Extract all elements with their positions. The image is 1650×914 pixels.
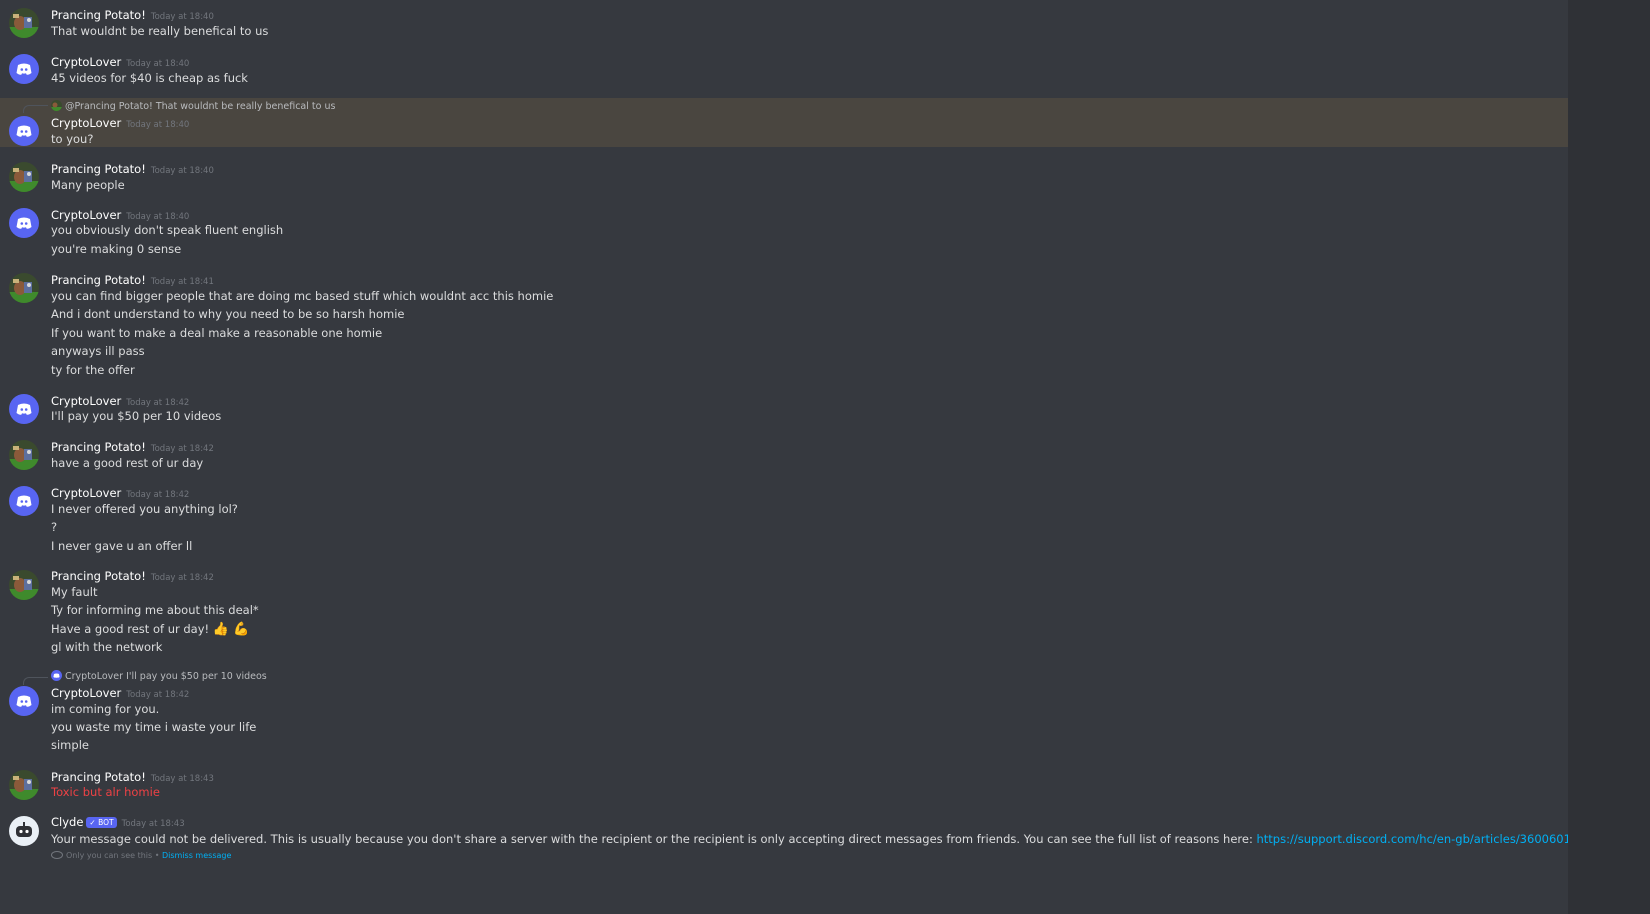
timestamp[interactable]: Today at 18:40	[151, 12, 214, 22]
message-line: ty for the offer	[51, 363, 135, 377]
support-link[interactable]: https://support.discord.com/hc/en-gb/art…	[1256, 832, 1607, 846]
message-line: I never offered you anything lol?	[51, 502, 238, 516]
message-line: Many people	[51, 178, 125, 192]
message-line: 45 videos for $40 is cheap as fuck	[51, 71, 248, 85]
eye-icon	[51, 851, 63, 859]
username[interactable]: Prancing Potato!	[51, 8, 146, 22]
message-group-highlighted: @Prancing Potato! That wouldnt be really…	[0, 98, 1568, 147]
avatar[interactable]	[9, 440, 39, 470]
username[interactable]: Prancing Potato!	[51, 569, 146, 583]
message-text: Have a good rest of ur day!	[51, 622, 210, 636]
timestamp[interactable]: Today at 18:41	[151, 277, 214, 287]
timestamp[interactable]: Today at 18:40	[151, 166, 214, 176]
username[interactable]: CryptoLover	[51, 394, 121, 408]
message-group: Prancing Potato! Today at 18:41 you can f…	[0, 266, 1568, 386]
avatar[interactable]	[9, 273, 39, 303]
chat-messages: Prancing Potato! Today at 18:40 That woul…	[0, 0, 1608, 914]
message-group: Prancing Potato! Today at 18:40 That woul…	[0, 0, 1568, 46]
message-line: That wouldnt be really benefical to us	[51, 24, 269, 38]
message-line: My fault	[51, 585, 98, 599]
message-line: I never gave u an offer ll	[51, 539, 193, 553]
message-line: If you want to make a deal make a reason…	[51, 326, 383, 340]
message-group: Prancing Potato! Today at 18:43 Toxic but…	[0, 764, 1568, 810]
avatar[interactable]	[9, 162, 39, 192]
username[interactable]: CryptoLover	[51, 486, 121, 500]
timestamp[interactable]: Today at 18:43	[122, 819, 185, 829]
message-group: CryptoLover Today at 18:42 I never offere…	[0, 480, 1568, 562]
avatar[interactable]	[9, 208, 39, 238]
message-group: CryptoLover Today at 18:40 you obviously …	[0, 200, 1568, 262]
timestamp[interactable]: Today at 18:42	[151, 573, 214, 583]
avatar[interactable]	[9, 486, 39, 516]
message-line: you're making 0 sense	[51, 242, 182, 256]
message-line: gl with the network	[51, 640, 163, 654]
message-group: CryptoLover I'll pay you $50 per 10 vide…	[0, 664, 1568, 760]
username[interactable]: Prancing Potato!	[51, 162, 146, 176]
message-line: Ty for informing me about this deal*	[51, 603, 259, 617]
message-line: anyways ill pass	[51, 344, 145, 358]
timestamp[interactable]: Today at 18:40	[126, 120, 189, 130]
reply-username: CryptoLover	[65, 671, 124, 682]
reply-spine	[23, 105, 48, 113]
reply-text: I'll pay you $50 per 10 videos	[126, 671, 267, 682]
timestamp[interactable]: Today at 18:40	[126, 212, 189, 222]
avatar[interactable]	[9, 116, 39, 146]
username[interactable]: Clyde	[51, 815, 83, 829]
username[interactable]: CryptoLover	[51, 116, 121, 130]
ephemeral-text: Only you can see this •	[66, 851, 162, 860]
message-line: have a good rest of ur day	[51, 456, 204, 470]
message-line: simple	[51, 738, 89, 752]
message-group: Prancing Potato! Today at 18:42 have a go…	[0, 434, 1568, 480]
reply-reference[interactable]: @Prancing Potato! That wouldnt be really…	[51, 100, 335, 112]
right-panel	[1568, 0, 1650, 914]
timestamp[interactable]: Today at 18:42	[126, 690, 189, 700]
thumbs-up-flexed-arm-emoji[interactable]: 👍 💪	[213, 622, 250, 637]
reply-avatar	[51, 100, 62, 111]
bot-badge: ✓ BOT	[86, 817, 117, 828]
message-line: Your message could not be delivered. Thi…	[51, 832, 1608, 846]
message-line: I'll pay you $50 per 10 videos	[51, 409, 222, 423]
reply-reference[interactable]: CryptoLover I'll pay you $50 per 10 vide…	[51, 670, 267, 682]
timestamp[interactable]: Today at 18:43	[151, 774, 214, 784]
message-line: you can find bigger people that are doin…	[51, 289, 554, 303]
timestamp[interactable]: Today at 18:42	[126, 490, 189, 500]
avatar[interactable]	[9, 394, 39, 424]
message-line-red: Toxic but alr homie	[51, 785, 160, 799]
timestamp[interactable]: Today at 18:42	[126, 398, 189, 408]
username[interactable]: Prancing Potato!	[51, 440, 146, 454]
message-line: you obviously don't speak fluent english	[51, 223, 284, 237]
message-line: you waste my time i waste your life	[51, 720, 257, 734]
username[interactable]: CryptoLover	[51, 208, 121, 222]
reply-spine	[23, 677, 48, 685]
username[interactable]: Prancing Potato!	[51, 770, 146, 784]
message-line: Have a good rest of ur day! 👍 💪	[51, 622, 249, 637]
message-line: to you?	[51, 132, 94, 146]
reply-avatar	[51, 670, 62, 681]
message-group: Prancing Potato! Today at 18:40 Many peop…	[0, 154, 1568, 200]
username[interactable]: Prancing Potato!	[51, 273, 146, 287]
message-group: Prancing Potato! Today at 18:42 My fault …	[0, 563, 1568, 663]
message-group-bot: Clyde ✓ BOT Today at 18:43 Your message co…	[0, 810, 1608, 870]
message-group: CryptoLover Today at 18:42 I'll pay you $…	[0, 387, 1568, 433]
avatar[interactable]	[9, 686, 39, 716]
avatar[interactable]	[9, 570, 39, 600]
username[interactable]: CryptoLover	[51, 686, 121, 700]
avatar[interactable]	[9, 770, 39, 800]
avatar[interactable]	[9, 8, 39, 38]
message-group: CryptoLover Today at 18:40 45 videos for …	[0, 46, 1568, 96]
message-line: im coming for you.	[51, 702, 160, 716]
message-text: Your message could not be delivered. Thi…	[51, 832, 1257, 846]
timestamp[interactable]: Today at 18:42	[151, 444, 214, 454]
message-line: And i dont understand to why you need to…	[51, 307, 405, 321]
reply-text: @Prancing Potato! That wouldnt be really…	[65, 101, 336, 112]
avatar[interactable]	[9, 54, 39, 84]
ephemeral-note: Only you can see this • Dismiss message	[51, 851, 231, 860]
timestamp[interactable]: Today at 18:40	[126, 59, 189, 69]
message-line: ?	[51, 520, 58, 534]
clyde-avatar[interactable]	[9, 816, 39, 846]
username[interactable]: CryptoLover	[51, 55, 121, 69]
dismiss-message-link[interactable]: Dismiss message	[162, 851, 231, 860]
